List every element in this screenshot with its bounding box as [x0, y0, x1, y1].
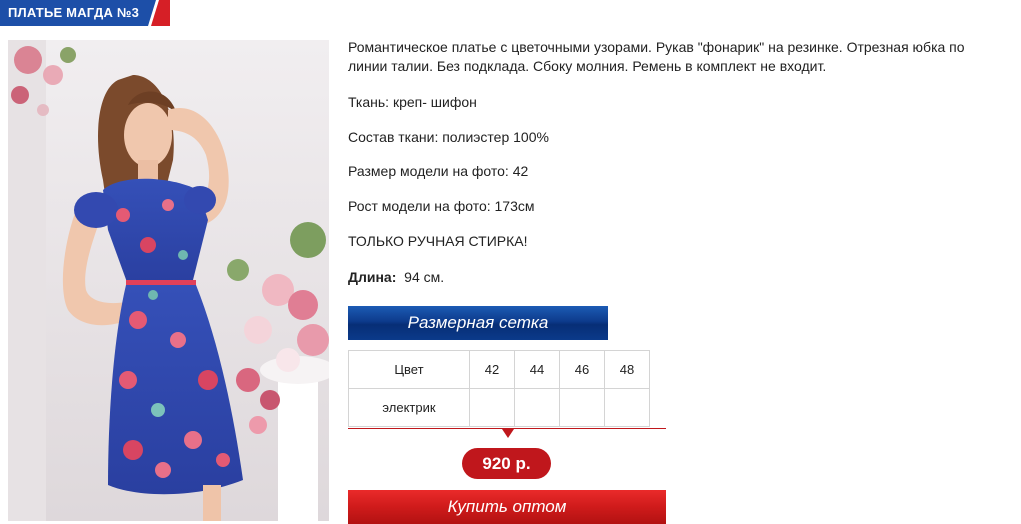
- dress-model-image: [8, 40, 329, 521]
- length-label: Длина:: [348, 269, 397, 285]
- size-chart-button[interactable]: Размерная сетка: [348, 306, 608, 340]
- quantity-input-42[interactable]: [469, 388, 515, 427]
- arrow-down-icon: [502, 429, 514, 438]
- size-table: Цвет 42 44 46 48 электрик: [348, 350, 650, 427]
- care-text: ТОЛЬКО РУЧНАЯ СТИРКА!: [348, 233, 528, 249]
- table-row: электрик: [348, 388, 650, 427]
- table-header-row: Цвет 42 44 46 48: [348, 350, 650, 389]
- length-value: 94 см.: [404, 269, 445, 285]
- table-header-cell: 42: [469, 350, 515, 389]
- quantity-input-48[interactable]: [604, 388, 650, 427]
- composition-text: Состав ткани: полиэстер 100%: [348, 129, 549, 145]
- fabric-text: Ткань: креп- шифон: [348, 94, 477, 110]
- product-photo[interactable]: [8, 40, 329, 521]
- description-text: Романтическое платье с цветочными узорам…: [348, 39, 965, 74]
- length-row: Длина: 94 см.: [348, 268, 444, 287]
- model-size-text: Размер модели на фото: 42: [348, 163, 529, 179]
- table-cell-color: электрик: [348, 388, 470, 427]
- model-height-text: Рост модели на фото: 173см: [348, 198, 535, 214]
- quantity-input-46[interactable]: [559, 388, 605, 427]
- page-title: ПЛАТЬЕ МАГДА №3: [8, 5, 140, 20]
- quantity-input-44[interactable]: [514, 388, 560, 427]
- product-title-tab: ПЛАТЬЕ МАГДА №3: [0, 0, 170, 26]
- price-badge: 920 р.: [462, 448, 551, 479]
- table-header-cell: 48: [604, 350, 650, 389]
- table-header-cell: 44: [514, 350, 560, 389]
- buy-wholesale-button[interactable]: Купить оптом: [348, 490, 666, 524]
- table-header-cell: Цвет: [348, 350, 470, 389]
- table-header-cell: 46: [559, 350, 605, 389]
